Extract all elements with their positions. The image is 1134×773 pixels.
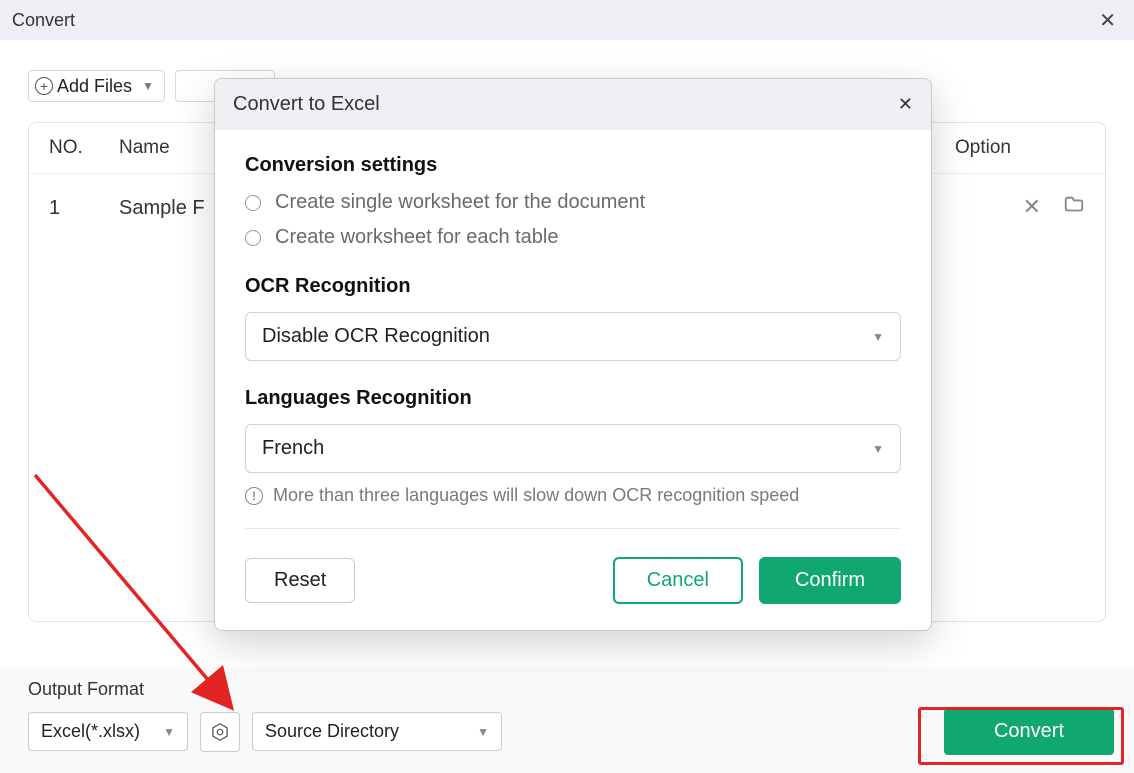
chevron-down-icon: ▼ <box>142 79 154 93</box>
info-icon: ! <box>245 487 263 505</box>
radio-icon <box>245 230 261 246</box>
chevron-down-icon: ▼ <box>872 442 884 456</box>
lang-value: French <box>262 437 324 460</box>
modal-divider <box>245 528 901 529</box>
row-no: 1 <box>49 197 119 220</box>
output-directory-select[interactable]: Source Directory ▼ <box>252 712 502 751</box>
chevron-down-icon: ▼ <box>163 725 175 739</box>
output-format-value: Excel(*.xlsx) <box>41 721 140 742</box>
modal-footer: Reset Cancel Confirm <box>215 557 931 630</box>
chevron-down-icon: ▼ <box>477 725 489 739</box>
convert-settings-modal: Convert to Excel ✕ Conversion settings C… <box>214 78 932 631</box>
radio-single-label: Create single worksheet for the document <box>275 191 645 214</box>
ocr-value: Disable OCR Recognition <box>262 325 490 348</box>
settings-button[interactable] <box>200 712 240 752</box>
convert-button[interactable]: Convert <box>944 708 1114 755</box>
app-header: Convert ✕ <box>0 0 1134 40</box>
radio-each-label: Create worksheet for each table <box>275 226 559 249</box>
ocr-select[interactable]: Disable OCR Recognition ▼ <box>245 312 901 361</box>
chevron-down-icon: ▼ <box>872 330 884 344</box>
close-icon[interactable]: ✕ <box>1093 4 1122 37</box>
plus-circle-icon: + <box>35 77 53 95</box>
bottom-controls: Excel(*.xlsx) ▼ Source Directory ▼ Conve… <box>28 708 1114 755</box>
lang-hint: ! More than three languages will slow do… <box>245 485 901 506</box>
radio-icon <box>245 195 261 211</box>
ocr-title: OCR Recognition <box>245 275 901 298</box>
modal-close-icon[interactable]: ✕ <box>898 94 913 115</box>
output-directory-value: Source Directory <box>265 721 399 742</box>
bottom-bar: Output Format Excel(*.xlsx) ▼ Source Dir… <box>0 667 1134 773</box>
col-option-header: Option <box>955 137 1085 159</box>
cancel-button[interactable]: Cancel <box>613 557 743 604</box>
modal-title: Convert to Excel <box>233 93 380 116</box>
lang-title: Languages Recognition <box>245 387 901 410</box>
add-files-label: Add Files <box>57 76 132 97</box>
lang-select[interactable]: French ▼ <box>245 424 901 473</box>
open-folder-icon[interactable] <box>1063 194 1085 222</box>
modal-header: Convert to Excel ✕ <box>215 79 931 130</box>
radio-single-worksheet[interactable]: Create single worksheet for the document <box>245 191 901 214</box>
output-format-select[interactable]: Excel(*.xlsx) ▼ <box>28 712 188 751</box>
radio-each-table[interactable]: Create worksheet for each table <box>245 226 901 249</box>
lang-hint-text: More than three languages will slow down… <box>273 485 799 506</box>
app-title: Convert <box>12 10 75 31</box>
modal-body: Conversion settings Create single worksh… <box>215 130 931 557</box>
reset-button[interactable]: Reset <box>245 558 355 603</box>
output-format-label: Output Format <box>28 679 1114 700</box>
gear-icon <box>209 721 231 743</box>
row-options: ✕ <box>955 194 1085 222</box>
remove-row-icon[interactable]: ✕ <box>1023 194 1041 222</box>
col-no-header: NO. <box>49 137 119 159</box>
conversion-settings-title: Conversion settings <box>245 154 901 177</box>
confirm-button[interactable]: Confirm <box>759 557 901 604</box>
add-files-button[interactable]: + Add Files ▼ <box>28 70 165 102</box>
